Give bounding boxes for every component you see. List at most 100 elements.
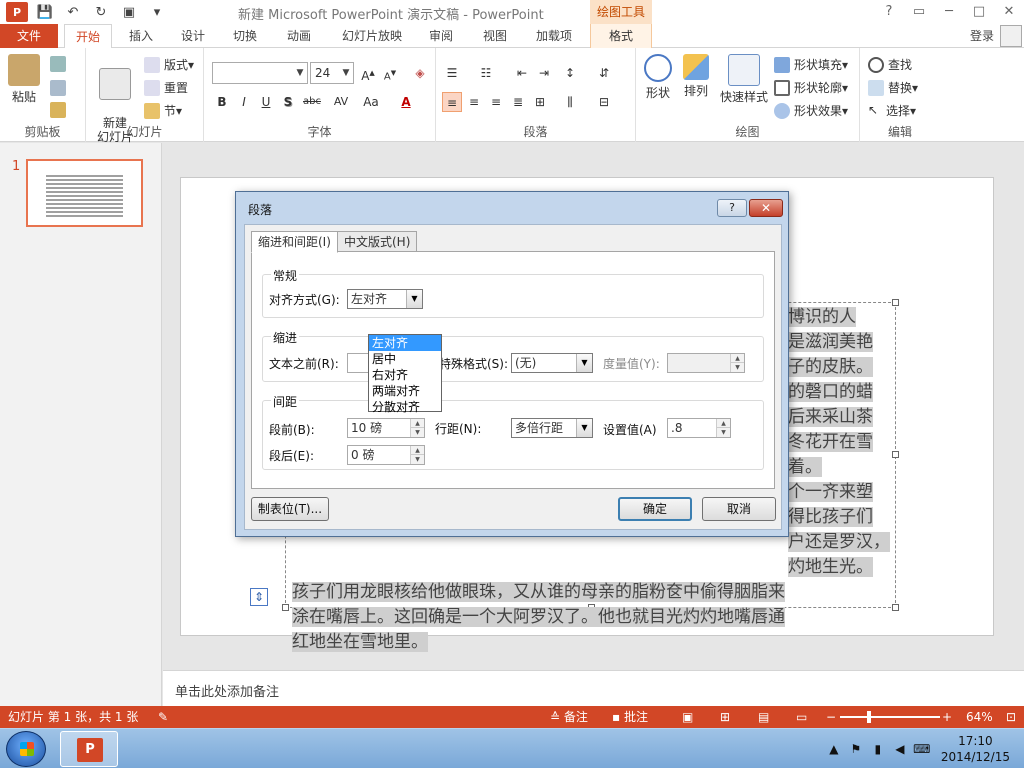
copy-button[interactable] — [50, 80, 70, 96]
tab-format[interactable]: 格式 — [590, 24, 652, 48]
select-button[interactable]: ↖ 选择 ▾ — [868, 102, 916, 119]
slide-sorter-view-icon[interactable]: ⊞ — [720, 706, 730, 728]
font-name-combo[interactable]: ▼ — [212, 62, 308, 84]
zoom-out-button[interactable]: − — [826, 706, 836, 728]
clear-formatting-icon[interactable]: ◈ — [410, 63, 430, 83]
special-combo[interactable]: (无) ▼ — [511, 353, 593, 373]
alignment-option-center[interactable]: 居中 — [369, 351, 441, 367]
tab-review[interactable]: 审阅 — [418, 24, 464, 48]
spin-down-icon[interactable]: ▼ — [410, 455, 424, 464]
user-avatar-icon[interactable] — [1000, 25, 1022, 47]
chevron-down-icon[interactable]: ▼ — [576, 419, 592, 437]
cut-button[interactable] — [50, 56, 70, 72]
slide-thumbnail[interactable] — [26, 159, 143, 227]
grow-font-icon[interactable]: A▲ — [358, 63, 378, 83]
section-button[interactable]: 节 ▾ — [144, 102, 182, 119]
italic-button[interactable]: I — [234, 92, 254, 112]
font-color-button[interactable]: A — [396, 92, 416, 112]
spin-down-icon[interactable]: ▼ — [410, 428, 424, 437]
shrink-font-icon[interactable]: A▼ — [380, 63, 400, 83]
measure-input[interactable]: ▲ ▼ — [667, 353, 745, 373]
tab-home[interactable]: 开始 — [64, 24, 112, 49]
text-direction-icon[interactable]: ⇵ — [594, 63, 614, 83]
change-case-button[interactable]: Aa — [358, 92, 384, 112]
align-left-icon[interactable]: ≡ — [442, 92, 462, 112]
login-link[interactable]: 登录 — [970, 24, 994, 48]
tab-asian-typography[interactable]: 中文版式(H) — [337, 231, 418, 252]
alignment-option-left[interactable]: 左对齐 — [369, 335, 441, 351]
spin-down-icon[interactable]: ▼ — [730, 363, 744, 372]
layout-button[interactable]: 版式 ▾ — [144, 56, 194, 73]
chevron-down-icon[interactable]: ▼ — [293, 63, 307, 83]
volume-icon[interactable]: ◀ — [891, 742, 909, 756]
slideshow-view-icon[interactable]: ▭ — [796, 706, 807, 728]
character-spacing-button[interactable]: AV — [328, 92, 354, 112]
start-button[interactable] — [6, 731, 46, 767]
notes-status-button[interactable]: ≙ 备注 — [550, 706, 588, 728]
line-spacing-icon[interactable]: ↕ — [560, 63, 580, 83]
spin-up-icon[interactable]: ▲ — [730, 354, 744, 363]
shadow-button[interactable]: S — [278, 92, 298, 112]
customize-qat-icon[interactable]: ▾ — [146, 2, 168, 22]
minimize-button[interactable]: ─ — [934, 0, 964, 24]
tab-design[interactable]: 设计 — [170, 24, 216, 48]
keyboard-icon[interactable]: ⌨ — [913, 742, 931, 756]
bold-button[interactable]: B — [212, 92, 232, 112]
tabs-button[interactable]: 制表位(T)... — [251, 497, 329, 521]
underline-button[interactable]: U — [256, 92, 276, 112]
tab-file[interactable]: 文件 — [0, 24, 58, 48]
dialog-help-button[interactable]: ? — [717, 199, 747, 217]
ok-button[interactable]: 确定 — [618, 497, 692, 521]
zoom-slider[interactable] — [840, 716, 940, 718]
resize-handle[interactable] — [892, 451, 899, 458]
alignment-option-right[interactable]: 右对齐 — [369, 367, 441, 383]
undo-icon[interactable]: ↶ — [62, 2, 84, 22]
spacing-after-input[interactable]: 0 磅 ▲ ▼ — [347, 445, 425, 465]
line-spacing-combo[interactable]: 多倍行距 ▼ — [511, 418, 593, 438]
shape-effects-button[interactable]: 形状效果 ▾ — [774, 102, 848, 119]
close-button[interactable]: ✕ — [994, 0, 1024, 24]
columns-icon[interactable]: ⫼ — [560, 92, 580, 112]
tab-animations[interactable]: 动画 — [276, 24, 322, 48]
increase-indent-icon[interactable]: ⇥ — [534, 63, 554, 83]
autofit-options-icon[interactable]: ⇕ — [250, 588, 268, 606]
decrease-indent-icon[interactable]: ⇤ — [512, 63, 532, 83]
spin-up-icon[interactable]: ▲ — [410, 446, 424, 455]
tab-addins[interactable]: 加载项 — [526, 24, 582, 48]
zoom-slider-thumb[interactable] — [867, 711, 871, 723]
resize-handle[interactable] — [892, 299, 899, 306]
taskbar-powerpoint[interactable]: P — [60, 731, 118, 767]
distributed-icon[interactable]: ⊞ — [530, 92, 550, 112]
font-size-combo[interactable]: 24 ▼ — [310, 62, 354, 84]
replace-button[interactable]: 替换 ▾ — [868, 79, 918, 96]
numbering-icon[interactable]: ☷ — [476, 63, 496, 83]
reading-view-icon[interactable]: ▤ — [758, 706, 769, 728]
show-hidden-icons-icon[interactable]: ▲ — [825, 742, 843, 756]
reset-button[interactable]: 重置 — [144, 79, 188, 96]
chevron-down-icon[interactable]: ▼ — [576, 354, 592, 372]
set-value-input[interactable]: .8 ▲ ▼ — [667, 418, 731, 438]
cancel-button[interactable]: 取消 — [702, 497, 776, 521]
normal-view-icon[interactable]: ▣ — [682, 706, 693, 728]
resize-handle[interactable] — [282, 604, 289, 611]
action-center-icon[interactable]: ⚑ — [847, 742, 865, 756]
network-icon[interactable]: ▮ — [869, 742, 887, 756]
resize-handle[interactable] — [892, 604, 899, 611]
spin-up-icon[interactable]: ▲ — [410, 419, 424, 428]
comments-status-button[interactable]: ▪ 批注 — [612, 706, 648, 728]
bullets-icon[interactable]: ☰ — [442, 63, 462, 83]
help-button[interactable]: ? — [874, 0, 904, 24]
spelling-check-icon[interactable]: ✎ — [158, 706, 168, 728]
arrange-button[interactable]: 排列 — [678, 54, 714, 99]
shape-fill-button[interactable]: 形状填充 ▾ — [774, 56, 848, 73]
start-from-beginning-icon[interactable]: ▣ — [118, 2, 140, 22]
spacing-before-input[interactable]: 10 磅 ▲ ▼ — [347, 418, 425, 438]
format-painter-button[interactable] — [50, 102, 70, 118]
alignment-combo[interactable]: 左对齐 ▼ — [347, 289, 423, 309]
tab-slideshow[interactable]: 幻灯片放映 — [334, 24, 410, 48]
justify-icon[interactable]: ≣ — [508, 92, 528, 112]
chevron-down-icon[interactable]: ▼ — [339, 63, 353, 83]
taskbar-clock[interactable]: 17:10 2014/12/15 — [941, 733, 1010, 765]
shape-outline-button[interactable]: 形状轮廓 ▾ — [774, 79, 848, 96]
quick-styles-button[interactable]: 快速样式 — [716, 54, 772, 105]
